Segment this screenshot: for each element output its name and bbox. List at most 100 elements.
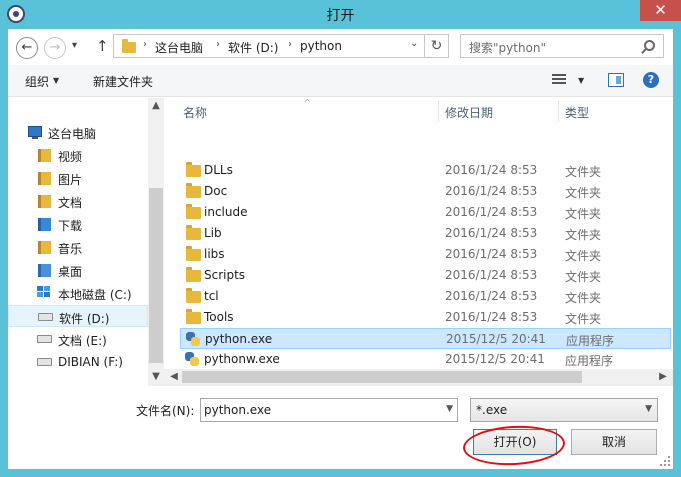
chevron-right-icon[interactable]: ›: [143, 39, 147, 50]
cancel-button[interactable]: 取消: [571, 429, 657, 455]
organize-caret-icon[interactable]: ▼: [53, 76, 59, 85]
file-date: 2015/12/5 20:41: [445, 352, 545, 366]
column-divider[interactable]: [438, 100, 439, 122]
nav-item-drive-d[interactable]: 软件 (D:): [8, 305, 148, 327]
sort-ascending-icon: ^: [304, 98, 311, 107]
nav-label: 视频: [58, 150, 83, 164]
horizontal-scroll-thumb[interactable]: [182, 371, 582, 383]
forward-button[interactable]: →: [44, 37, 66, 59]
filetype-dropdown-icon[interactable]: ▼: [645, 404, 652, 414]
breadcrumb-python[interactable]: python: [300, 39, 342, 53]
folder-icon: [122, 39, 136, 53]
nav-item-pictures[interactable]: 图片: [8, 167, 148, 189]
back-button[interactable]: ←: [16, 37, 38, 59]
file-type: 文件夹: [565, 228, 602, 242]
file-date: 2016/1/24 8:53: [445, 289, 538, 303]
folder-icon: [186, 267, 201, 282]
file-row-lib[interactable]: Lib 2016/1/24 8:53 文件夹: [180, 223, 671, 244]
filename-input[interactable]: python.exe ▼: [200, 398, 458, 422]
column-header-name[interactable]: 名称: [183, 104, 207, 121]
file-type: 文件夹: [565, 291, 602, 305]
recent-locations-chevron-icon[interactable]: ▾: [72, 40, 77, 51]
scroll-left-arrow-icon[interactable]: ◀: [166, 371, 182, 382]
view-caret-icon[interactable]: ▼: [578, 76, 584, 85]
column-header-type[interactable]: 类型: [565, 104, 589, 121]
nav-item-videos[interactable]: 视频: [8, 144, 148, 166]
nav-item-drive-c[interactable]: 本地磁盘 (C:): [8, 282, 148, 304]
up-folder-button[interactable]: ↑: [96, 37, 109, 55]
nav-scroll-thumb[interactable]: [149, 188, 163, 363]
scroll-up-arrow-icon[interactable]: ▲: [148, 100, 164, 111]
chevron-right-icon[interactable]: ›: [288, 39, 292, 50]
nav-item-drive-f[interactable]: DIBIAN (F:): [8, 351, 148, 373]
help-icon[interactable]: ?: [643, 72, 659, 88]
nav-item-desktop[interactable]: 桌面: [8, 259, 148, 281]
nav-item-music[interactable]: 音乐: [8, 236, 148, 258]
folder-icon: [186, 183, 201, 198]
breadcrumb-drive-d[interactable]: 软件 (D:): [228, 39, 278, 56]
file-name: libs: [204, 247, 225, 261]
file-row-scripts[interactable]: Scripts 2016/1/24 8:53 文件夹: [180, 265, 671, 286]
drive-icon: [37, 335, 52, 343]
file-name: Scripts: [204, 268, 246, 282]
file-row-libs[interactable]: libs 2016/1/24 8:53 文件夹: [180, 244, 671, 265]
file-name: tcl: [204, 289, 219, 303]
folder-icon: [186, 309, 201, 324]
file-row-pythonw-exe[interactable]: pythonw.exe 2015/12/5 20:41 应用程序: [180, 349, 671, 370]
nav-label: 文档 (E:): [58, 334, 107, 348]
file-row-include[interactable]: include 2016/1/24 8:53 文件夹: [180, 202, 671, 223]
filetype-value: *.exe: [476, 403, 508, 417]
nav-item-this-pc[interactable]: 这台电脑: [8, 121, 148, 143]
nav-label: 图片: [58, 173, 83, 187]
file-row-tools[interactable]: Tools 2016/1/24 8:53 文件夹: [180, 307, 671, 328]
address-bar[interactable]: › 这台电脑 › 软件 (D:) › python ⌄: [113, 34, 425, 58]
python-icon: [185, 352, 200, 367]
filename-dropdown-icon[interactable]: ▼: [446, 404, 453, 414]
file-row-tcl[interactable]: tcl 2016/1/24 8:53 文件夹: [180, 286, 671, 307]
scroll-down-arrow-icon[interactable]: ▼: [148, 371, 164, 382]
folder-icon: [186, 288, 201, 303]
folder-icon: [186, 246, 201, 261]
new-folder-button[interactable]: 新建文件夹: [93, 73, 153, 90]
dialog-body: ← → ▾ ↑ › 这台电脑 › 软件 (D:) › python ⌄ ↻ 搜索…: [8, 29, 673, 469]
file-row-python-exe[interactable]: python.exe 2015/12/5 20:41 应用程序: [180, 328, 671, 349]
downloads-icon: [38, 218, 51, 231]
filetype-select[interactable]: *.exe ▼: [470, 398, 658, 422]
address-dropdown-icon[interactable]: ⌄: [410, 38, 418, 49]
filename-value[interactable]: python.exe: [204, 403, 271, 417]
preview-pane-icon[interactable]: [608, 73, 624, 87]
column-header-date[interactable]: 修改日期: [445, 104, 493, 121]
search-input[interactable]: 搜索"python": [460, 34, 664, 58]
file-date: 2016/1/24 8:53: [445, 184, 538, 198]
file-type: 文件夹: [565, 249, 602, 263]
drive-icon: [38, 313, 53, 321]
system-drive-icon: [37, 286, 52, 298]
nav-label: 文档: [58, 196, 83, 210]
view-options-icon[interactable]: [552, 74, 566, 86]
breadcrumb-this-pc[interactable]: 这台电脑: [155, 39, 203, 56]
navigation-pane: 这台电脑 视频 图片 文档 下载 音乐 桌面 本地磁盘 (C:) 软件 (D:)…: [8, 98, 164, 386]
nav-scrollbar[interactable]: ▲ ▼: [148, 98, 164, 386]
search-placeholder: 搜索"python": [469, 41, 547, 55]
file-name: pythonw.exe: [204, 352, 280, 366]
nav-item-downloads[interactable]: 下载: [8, 213, 148, 235]
file-type: 文件夹: [565, 207, 602, 221]
search-icon[interactable]: [644, 40, 655, 51]
file-row-doc[interactable]: Doc 2016/1/24 8:53 文件夹: [180, 181, 671, 202]
nav-label: 这台电脑: [48, 127, 97, 141]
file-date: 2015/12/5 20:41: [446, 332, 546, 346]
horizontal-scrollbar[interactable]: ◀ ▶: [164, 369, 673, 386]
nav-item-documents[interactable]: 文档: [8, 190, 148, 212]
file-row-dlls[interactable]: DLLs 2016/1/24 8:53 文件夹: [180, 160, 671, 181]
nav-label: 本地磁盘 (C:): [58, 288, 132, 302]
refresh-button[interactable]: ↻: [425, 34, 449, 58]
column-divider[interactable]: [558, 100, 559, 122]
resize-grip-icon[interactable]: [659, 456, 671, 468]
close-button[interactable]: ✕: [640, 0, 681, 21]
scroll-right-arrow-icon[interactable]: ▶: [655, 371, 671, 382]
computer-icon: [28, 126, 42, 139]
file-type: 文件夹: [565, 270, 602, 284]
organize-button[interactable]: 组织: [25, 73, 49, 90]
chevron-right-icon[interactable]: ›: [216, 39, 220, 50]
nav-item-drive-e[interactable]: 文档 (E:): [8, 328, 148, 350]
